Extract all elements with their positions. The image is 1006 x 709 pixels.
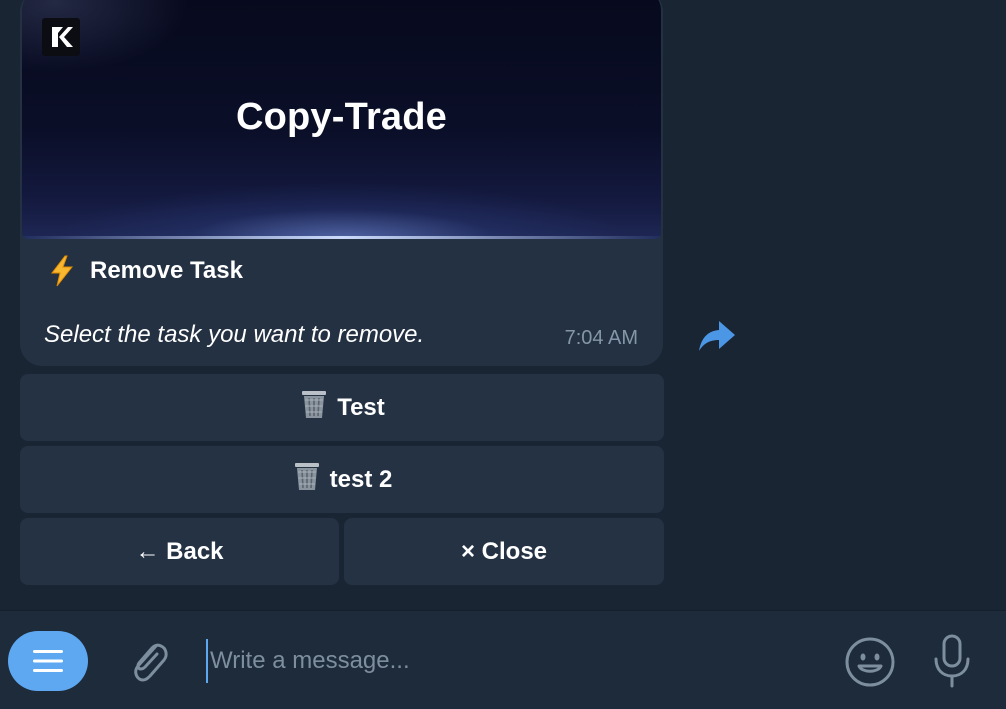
bot-menu-button[interactable] <box>8 631 88 691</box>
lightning-icon <box>50 255 74 287</box>
task-button-label: test 2 <box>329 465 393 493</box>
brand-logo <box>42 18 80 56</box>
message-timestamp: 7:04 AM <box>564 327 638 349</box>
bot-message: Copy-Trade Remove Task Select the task y… <box>20 0 663 366</box>
message-input[interactable] <box>206 639 810 683</box>
back-button[interactable]: ← Back <box>20 518 339 585</box>
chat-area: Copy-Trade Remove Task Select the task y… <box>0 0 1006 610</box>
emoji-icon[interactable] <box>844 636 896 688</box>
task-button-test-2[interactable]: test 2 <box>20 446 664 513</box>
message-heading-text: Remove Task <box>90 257 243 284</box>
message-composer <box>0 610 1006 709</box>
trash-icon <box>292 460 322 499</box>
message-heading: Remove Task <box>48 255 243 287</box>
message-text: Select the task you want to remove. <box>44 321 425 348</box>
message-banner-image[interactable]: Copy-Trade <box>22 0 661 239</box>
close-button[interactable]: × Close <box>344 518 664 585</box>
attach-icon[interactable] <box>126 636 172 686</box>
task-button-test[interactable]: Test <box>20 374 664 441</box>
task-button-label: Test <box>337 393 385 421</box>
banner-title: Copy-Trade <box>235 96 448 138</box>
menu-icon <box>33 650 63 672</box>
forward-icon[interactable] <box>697 319 737 353</box>
trash-icon <box>299 388 329 427</box>
microphone-icon[interactable] <box>930 633 974 689</box>
